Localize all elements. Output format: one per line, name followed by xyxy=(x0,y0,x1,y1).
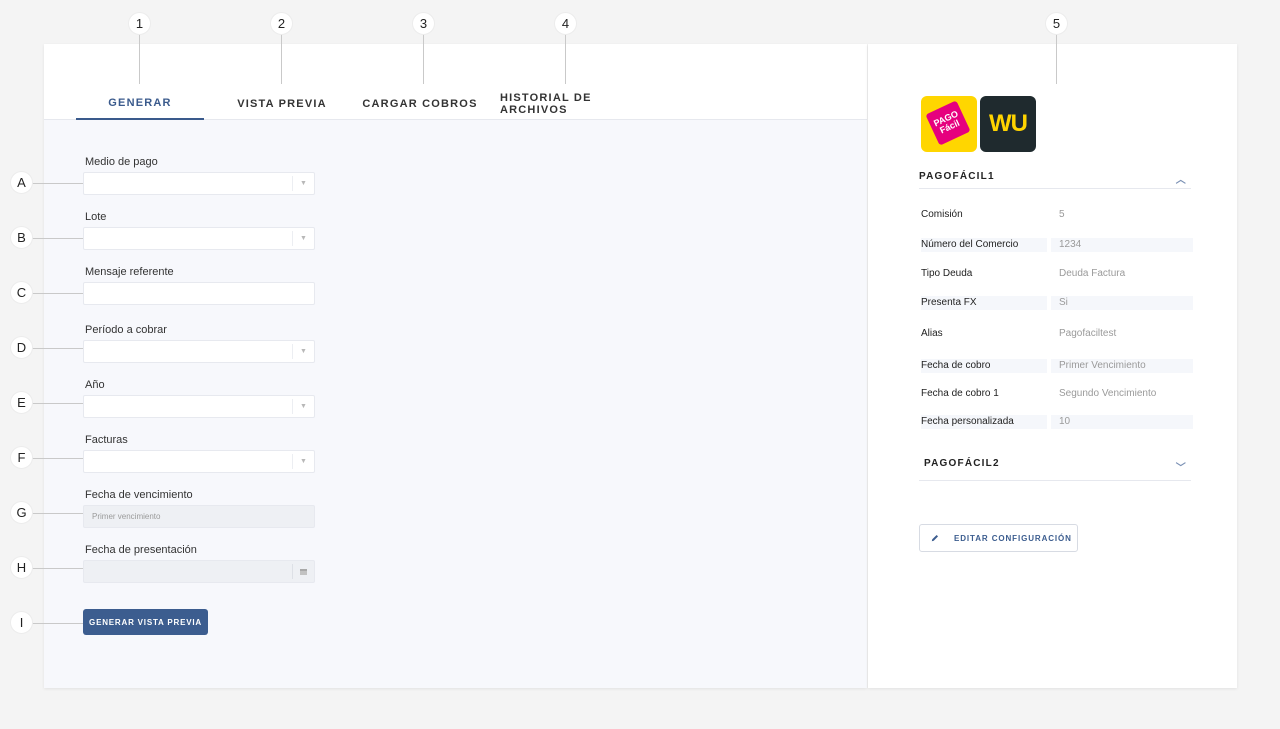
marker-line-e xyxy=(32,403,83,404)
facturas-select[interactable]: ▼ xyxy=(83,450,315,473)
periodo-a-cobrar-select[interactable]: ▼ xyxy=(83,340,315,363)
fecha-presentacion-label: Fecha de presentación xyxy=(85,544,197,556)
config-row-label: Alias xyxy=(921,328,943,339)
config-row-label: Fecha de cobro 1 xyxy=(921,388,999,399)
accordion-pagofacil2[interactable]: PAGOFÁCIL2 ﹀ xyxy=(919,458,1191,481)
config-row-value: Deuda Factura xyxy=(1059,268,1126,279)
config-row: Fecha de cobro 1 Segundo Vencimiento xyxy=(921,387,1193,401)
chevron-down-icon: ▼ xyxy=(292,399,314,414)
payment-config-panel: PAGO Fácil WU PAGOFÁCIL1 ︿ Comisión 5 Nú… xyxy=(868,44,1237,688)
config-row-label: Fecha de cobro xyxy=(921,359,1047,373)
accordion-pagofacil2-title: PAGOFÁCIL2 xyxy=(924,458,1000,469)
config-row: Tipo Deuda Deuda Factura xyxy=(921,267,1193,281)
marker-d: D xyxy=(10,336,33,359)
tab-cargar-cobros[interactable]: CARGAR COBROS xyxy=(360,88,480,120)
marker-line-c xyxy=(32,293,83,294)
config-row: Alias Pagofaciltest xyxy=(921,327,1193,341)
config-row-value: Pagofaciltest xyxy=(1059,328,1117,339)
marker-c: C xyxy=(10,281,33,304)
western-union-logo-text: WU xyxy=(989,110,1028,137)
medio-de-pago-select[interactable]: ▼ xyxy=(83,172,315,195)
chevron-down-icon[interactable]: ﹀ xyxy=(1176,459,1187,474)
chevron-down-icon: ▼ xyxy=(292,344,314,359)
marker-line-d xyxy=(32,348,83,349)
config-row-label: Tipo Deuda xyxy=(921,268,973,279)
marker-h: H xyxy=(10,556,33,579)
config-row-value: Si xyxy=(1051,296,1193,310)
marker-f: F xyxy=(10,446,33,469)
marker-1: 1 xyxy=(128,12,151,35)
lote-label: Lote xyxy=(85,211,107,223)
config-row: Presenta FX Si xyxy=(921,296,1193,310)
config-row-value: 1234 xyxy=(1051,238,1193,252)
fecha-presentacion-datepicker[interactable] xyxy=(83,560,315,583)
tab-historial-de-archivos[interactable]: HISTORIAL DE ARCHIVOS xyxy=(500,88,644,120)
config-row-label: Número del Comercio xyxy=(921,238,1047,252)
anio-select[interactable]: ▼ xyxy=(83,395,315,418)
generate-panel: GENERAR VISTA PREVIA CARGAR COBROS HISTO… xyxy=(44,44,867,688)
accordion-pagofacil1[interactable]: PAGOFÁCIL1 ︿ xyxy=(919,171,1191,189)
accordion-pagofacil1-title: PAGOFÁCIL1 xyxy=(919,171,995,182)
generar-vista-previa-button[interactable]: GENERAR VISTA PREVIA xyxy=(83,609,208,635)
editar-configuracion-button[interactable]: EDITAR CONFIGURACIÓN xyxy=(919,524,1078,552)
facturas-label: Facturas xyxy=(85,434,128,446)
marker-line-5 xyxy=(1056,34,1057,84)
marker-b: B xyxy=(10,226,33,249)
marker-line-b xyxy=(32,238,83,239)
editar-configuracion-label: EDITAR CONFIGURACIÓN xyxy=(954,533,1072,543)
anio-label: Año xyxy=(85,379,105,391)
marker-i: I xyxy=(10,611,33,634)
marker-line-h xyxy=(32,568,83,569)
medio-de-pago-label: Medio de pago xyxy=(85,156,158,168)
western-union-logo[interactable]: WU xyxy=(980,96,1036,152)
marker-line-i xyxy=(32,623,83,624)
marker-a: A xyxy=(10,171,33,194)
config-row: Fecha personalizada 10 xyxy=(921,415,1193,429)
chevron-up-icon[interactable]: ︿ xyxy=(1176,171,1187,186)
marker-line-1 xyxy=(139,34,140,84)
marker-5: 5 xyxy=(1045,12,1068,35)
marker-4: 4 xyxy=(554,12,577,35)
marker-line-f xyxy=(32,458,83,459)
marker-2: 2 xyxy=(270,12,293,35)
marker-line-2 xyxy=(281,34,282,84)
pagofacil-logo-mark: PAGO Fácil xyxy=(925,100,971,146)
lote-select[interactable]: ▼ xyxy=(83,227,315,250)
pagofacil-logo[interactable]: PAGO Fácil xyxy=(921,96,977,152)
pencil-icon xyxy=(931,534,939,542)
mensaje-referente-label: Mensaje referente xyxy=(85,266,174,278)
tab-generar[interactable]: GENERAR xyxy=(76,88,204,120)
periodo-a-cobrar-label: Período a cobrar xyxy=(85,324,167,336)
config-row-label: Fecha personalizada xyxy=(921,415,1047,429)
config-row: Número del Comercio 1234 xyxy=(921,238,1193,252)
config-row-value: 5 xyxy=(1059,209,1065,220)
chevron-down-icon: ▼ xyxy=(292,454,314,469)
mensaje-referente-input[interactable] xyxy=(83,282,315,305)
config-row-value: Primer Vencimiento xyxy=(1051,359,1193,373)
marker-e: E xyxy=(10,391,33,414)
fecha-vencimiento-label: Fecha de vencimiento xyxy=(85,489,193,501)
config-row: Comisión 5 xyxy=(921,208,1193,222)
marker-line-g xyxy=(32,513,83,514)
fecha-vencimiento-field: Primer vencimiento xyxy=(83,505,315,528)
config-row-value: 10 xyxy=(1051,415,1193,429)
config-row: Fecha de cobro Primer Vencimiento xyxy=(921,359,1193,373)
marker-g: G xyxy=(10,501,33,524)
tab-bar: GENERAR VISTA PREVIA CARGAR COBROS HISTO… xyxy=(44,44,867,120)
marker-3: 3 xyxy=(412,12,435,35)
marker-line-a xyxy=(32,183,83,184)
chevron-down-icon: ▼ xyxy=(292,176,314,191)
tab-vista-previa[interactable]: VISTA PREVIA xyxy=(228,88,336,120)
config-row-label: Comisión xyxy=(921,209,963,220)
config-row-label: Presenta FX xyxy=(921,296,1047,310)
marker-line-3 xyxy=(423,34,424,84)
fecha-vencimiento-placeholder: Primer vencimiento xyxy=(92,512,161,521)
marker-line-4 xyxy=(565,34,566,84)
calendar-icon[interactable] xyxy=(292,564,314,579)
config-row-value: Segundo Vencimiento xyxy=(1059,388,1157,399)
chevron-down-icon: ▼ xyxy=(292,231,314,246)
